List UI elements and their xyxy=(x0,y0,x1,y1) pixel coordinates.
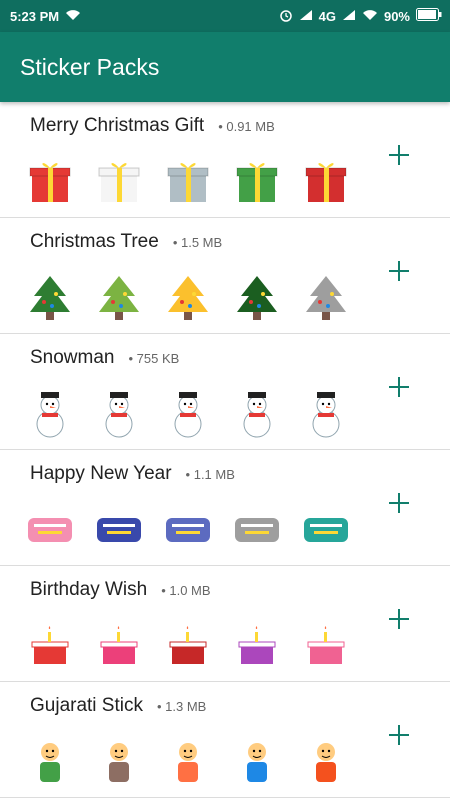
sticker-newyear-badge xyxy=(91,502,146,557)
add-pack-button[interactable] xyxy=(386,606,412,632)
sticker-birthday-cake xyxy=(22,618,77,673)
status-bar: 5:23 PM 4G 90% xyxy=(0,0,450,32)
pack-header: Merry Christmas Gift 0.91 MB xyxy=(30,115,275,137)
sticker-snowman-2 xyxy=(91,386,146,441)
sticker-pack-row[interactable]: Snowman 755 KB xyxy=(0,334,450,450)
sticker-gujarati-cartoon-1 xyxy=(160,734,215,789)
sticker-pack-row[interactable]: Birthday Wish 1.0 MB xyxy=(0,566,450,682)
add-pack-button[interactable] xyxy=(386,142,412,168)
pack-size: 1.0 MB xyxy=(161,583,210,598)
sticker-birthday-floral xyxy=(91,618,146,673)
pack-size: 1.1 MB xyxy=(186,467,235,482)
pack-name: Merry Christmas Gift xyxy=(30,115,205,136)
sticker-gift-silver xyxy=(160,154,215,209)
pack-name: Happy New Year xyxy=(30,463,172,484)
signal-icon-2 xyxy=(342,9,356,24)
sticker-tree-green xyxy=(229,270,284,325)
pack-size: 0.91 MB xyxy=(218,119,274,134)
wifi-icon xyxy=(65,9,81,24)
sticker-snowman-5 xyxy=(298,386,353,441)
network-type: 4G xyxy=(318,8,336,24)
sticker-preview-strip xyxy=(22,618,353,673)
pack-size: 1.3 MB xyxy=(157,699,206,714)
sticker-tree-gold xyxy=(160,270,215,325)
sticker-pack-row[interactable]: Merry Christmas Gift 0.91 MB xyxy=(0,102,450,218)
sticker-pack-row[interactable]: Gujarati Stick 1.3 MB xyxy=(0,682,450,798)
page-title: Sticker Packs xyxy=(20,53,160,80)
sticker-gift-white xyxy=(91,154,146,209)
sticker-newyear-calligraphy xyxy=(229,502,284,557)
sticker-preview-strip xyxy=(22,502,353,557)
sticker-pack-row[interactable]: Christmas Tree 1.5 MB xyxy=(0,218,450,334)
battery-icon xyxy=(416,8,442,24)
pack-header: Birthday Wish 1.0 MB xyxy=(30,579,211,601)
sticker-newyear-fireworks xyxy=(298,502,353,557)
sticker-birthday-gift xyxy=(298,618,353,673)
sticker-tree-silver xyxy=(298,270,353,325)
sticker-gujarati-cartoon-2 xyxy=(229,734,284,789)
sticker-gift-red xyxy=(22,154,77,209)
pack-name: Birthday Wish xyxy=(30,579,148,600)
sticker-newyear-banner xyxy=(160,502,215,557)
sticker-preview-strip xyxy=(22,386,353,441)
pack-header: Snowman 755 KB xyxy=(30,347,179,369)
sticker-pack-row[interactable]: Happy New Year 1.1 MB xyxy=(0,450,450,566)
sticker-birthday-text xyxy=(160,618,215,673)
add-pack-button[interactable] xyxy=(386,722,412,748)
sticker-gujarati-girl xyxy=(91,734,146,789)
sticker-preview-strip xyxy=(22,154,353,209)
sticker-snowman-1 xyxy=(22,386,77,441)
sticker-birthday-pink xyxy=(229,618,284,673)
sticker-preview-strip xyxy=(22,734,353,789)
signal-icon xyxy=(299,9,313,24)
pack-header: Happy New Year 1.1 MB xyxy=(30,463,235,485)
pack-size: 755 KB xyxy=(129,351,180,366)
pack-name: Snowman xyxy=(30,347,115,368)
sticker-snowman-4 xyxy=(229,386,284,441)
sticker-preview-strip xyxy=(22,270,353,325)
alarm-icon xyxy=(279,8,293,25)
wifi-icon-2 xyxy=(362,9,378,24)
add-pack-button[interactable] xyxy=(386,374,412,400)
sticker-gujarati-cartoon-3 xyxy=(298,734,353,789)
pack-name: Gujarati Stick xyxy=(30,695,143,716)
sticker-newyear-text xyxy=(22,502,77,557)
pack-size: 1.5 MB xyxy=(173,235,222,250)
sticker-snowman-3 xyxy=(160,386,215,441)
pack-header: Christmas Tree 1.5 MB xyxy=(30,231,222,253)
battery-percent: 90% xyxy=(383,8,410,24)
sticker-gujarati-text xyxy=(22,734,77,789)
app-bar: Sticker Packs xyxy=(0,32,450,102)
pack-name: Christmas Tree xyxy=(30,231,159,252)
status-time: 5:23 PM xyxy=(10,8,60,24)
sticker-gift-green xyxy=(229,154,284,209)
add-pack-button[interactable] xyxy=(386,258,412,284)
sticker-gift-red-stack xyxy=(298,154,353,209)
add-pack-button[interactable] xyxy=(386,490,412,516)
sticker-tree-decorated xyxy=(22,270,77,325)
sticker-tree-snowy xyxy=(91,270,146,325)
sticker-pack-list[interactable]: Merry Christmas Gift 0.91 MB Christmas Tre… xyxy=(0,102,450,800)
pack-header: Gujarati Stick 1.3 MB xyxy=(30,695,206,717)
